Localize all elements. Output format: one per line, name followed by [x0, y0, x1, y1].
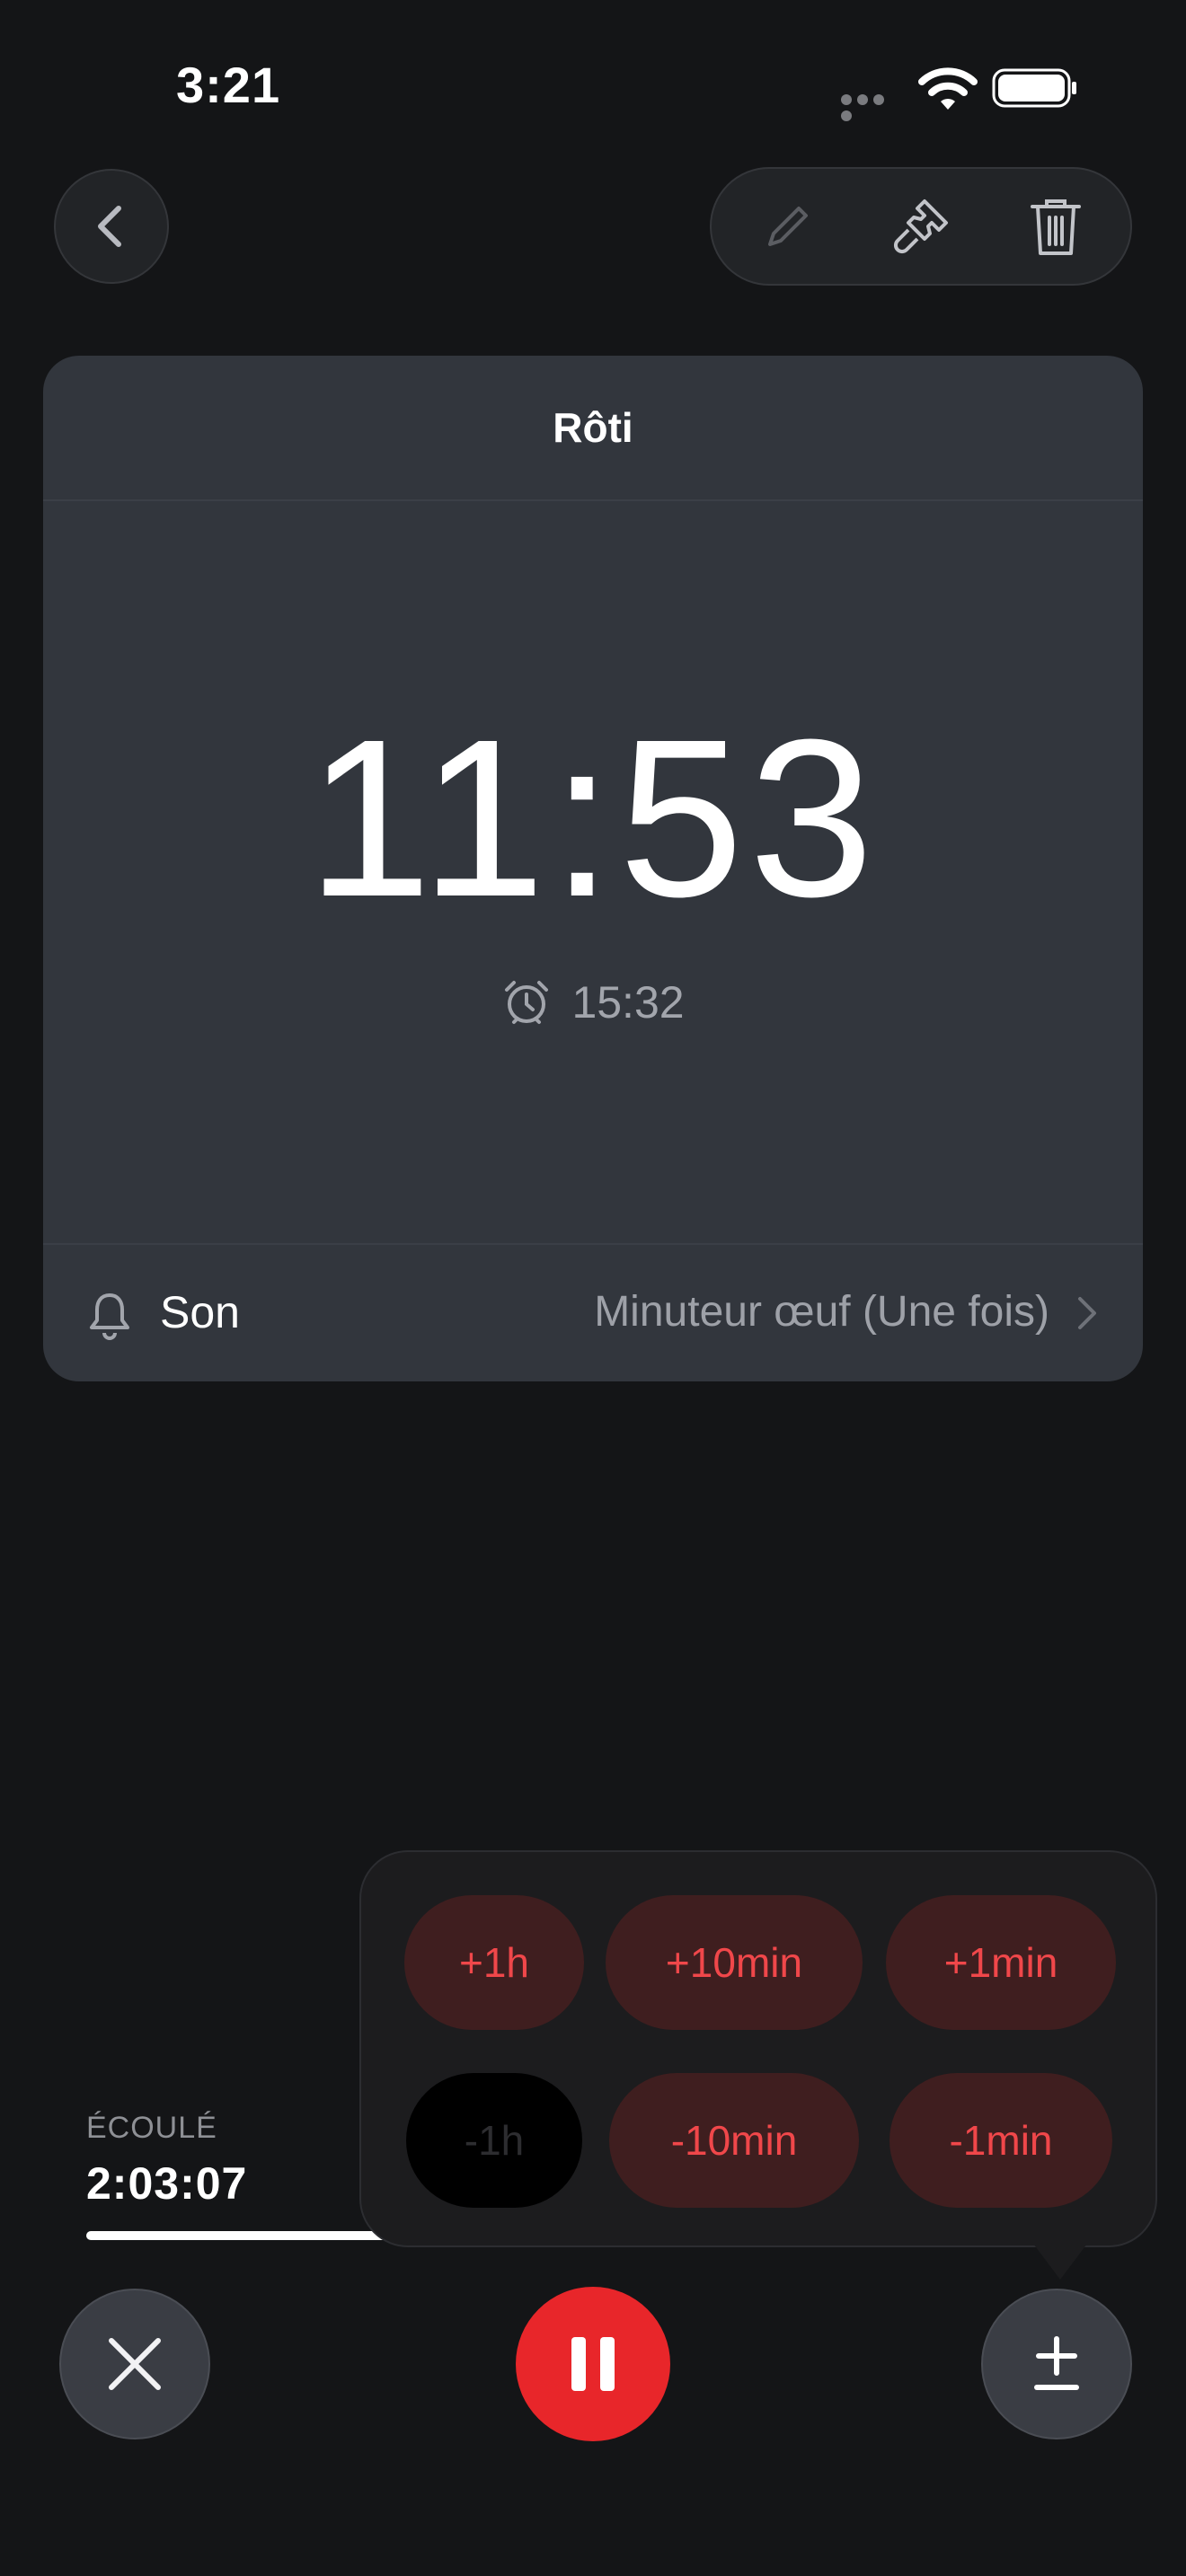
brush-icon	[893, 199, 948, 254]
end-time-row: 15:32	[43, 966, 1143, 1038]
plus-minus-icon	[1034, 2336, 1079, 2390]
toolbar-group	[710, 167, 1132, 286]
signal-dots-icon	[841, 93, 904, 121]
trash-icon	[1031, 199, 1081, 255]
chevron-left-icon	[98, 206, 121, 247]
pause-button[interactable]	[516, 2287, 670, 2441]
adjust-time-button[interactable]	[981, 2289, 1132, 2439]
pause-icon	[571, 2337, 615, 2391]
delete-button[interactable]	[997, 169, 1114, 284]
sound-value: Minuteur œuf (Une fois)	[594, 1288, 1049, 1336]
elapsed-value: 2:03:07	[86, 2158, 248, 2209]
subtract-10min-button[interactable]: -10min	[609, 2073, 859, 2208]
alarm-clock-icon	[505, 981, 549, 1024]
subtract-1h-button[interactable]: -1h	[406, 2073, 582, 2208]
close-icon	[109, 2338, 161, 2390]
elapsed-label: ÉCOULÉ	[86, 2111, 217, 2145]
timer-title: Rôti	[553, 404, 633, 451]
bell-icon	[90, 1293, 129, 1340]
battery-icon	[992, 68, 1076, 108]
sound-row[interactable]: Son Minuteur œuf (Une fois)	[43, 1245, 1143, 1381]
end-time: 15:32	[571, 977, 685, 1028]
edit-button[interactable]	[730, 169, 846, 284]
wifi-icon	[918, 67, 978, 110]
remaining-time: 11:53	[306, 693, 880, 943]
add-1h-button[interactable]: +1h	[404, 1895, 584, 2030]
add-10min-button[interactable]: +10min	[606, 1895, 863, 2030]
adjust-popup: +1h +10min +1min -1h -10min -1min	[359, 1850, 1157, 2247]
cancel-button[interactable]	[59, 2289, 210, 2439]
divider	[43, 499, 1143, 501]
timer-card: Rôti 11:53 15:32 Son Minuteur œuf (Une f…	[43, 356, 1143, 1381]
chevron-right-icon	[1078, 1297, 1096, 1329]
add-1min-button[interactable]: +1min	[886, 1895, 1116, 2030]
pencil-icon	[768, 207, 808, 246]
sound-label: Son	[160, 1287, 240, 1337]
subtract-1min-button[interactable]: -1min	[890, 2073, 1112, 2208]
style-button[interactable]	[863, 169, 979, 284]
status-time: 3:21	[176, 57, 281, 113]
back-button[interactable]	[54, 169, 169, 284]
popup-tail	[1033, 2244, 1087, 2280]
